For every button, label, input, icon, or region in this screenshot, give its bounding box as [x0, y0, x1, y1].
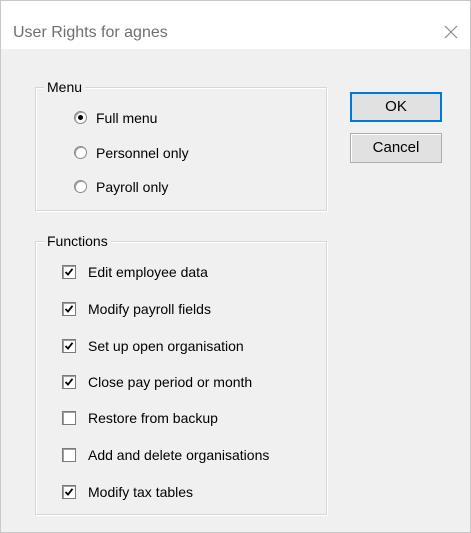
radio-label: Personnel only: [96, 145, 189, 161]
radio-button-icon: [74, 146, 87, 159]
menu-groupbox: Menu Full menu Personnel only Payroll on…: [35, 78, 327, 211]
checkbox-label: Edit employee data: [88, 264, 208, 280]
checkbox-icon: [62, 339, 76, 353]
dialog-title: User Rights for agnes: [13, 24, 168, 41]
close-icon: [444, 25, 458, 39]
cancel-button[interactable]: Cancel: [350, 133, 442, 163]
checkbox-label: Set up open organisation: [88, 338, 244, 354]
checkbox-icon: [62, 302, 76, 316]
checkbox-label: Close pay period or month: [88, 374, 253, 390]
user-rights-dialog: User Rights for agnes Menu Full menu Per…: [0, 0, 471, 533]
checkbox-icon: [62, 448, 76, 462]
title-bar: User Rights for agnes: [1, 1, 470, 49]
radio-label: Payroll only: [96, 179, 169, 195]
functions-group-label: Functions: [44, 232, 111, 250]
checkbox-icon: [62, 485, 76, 499]
ok-button[interactable]: OK: [350, 92, 442, 122]
checkbox-icon: [62, 375, 76, 389]
functions-groupbox: Functions Edit employee data Modify payr…: [35, 232, 327, 515]
menu-group-label: Menu: [44, 78, 86, 96]
checkbox-icon: [62, 411, 76, 425]
radio-button-icon: [74, 111, 87, 124]
radio-button-icon: [74, 180, 87, 193]
checkbox-label: Modify payroll fields: [88, 301, 211, 317]
checkbox-label: Add and delete organisations: [88, 447, 270, 463]
checkbox-label: Restore from backup: [88, 410, 218, 426]
radio-label: Full menu: [96, 110, 158, 126]
close-button[interactable]: [442, 15, 470, 49]
checkbox-label: Modify tax tables: [88, 484, 194, 500]
checkbox-icon: [62, 265, 76, 279]
